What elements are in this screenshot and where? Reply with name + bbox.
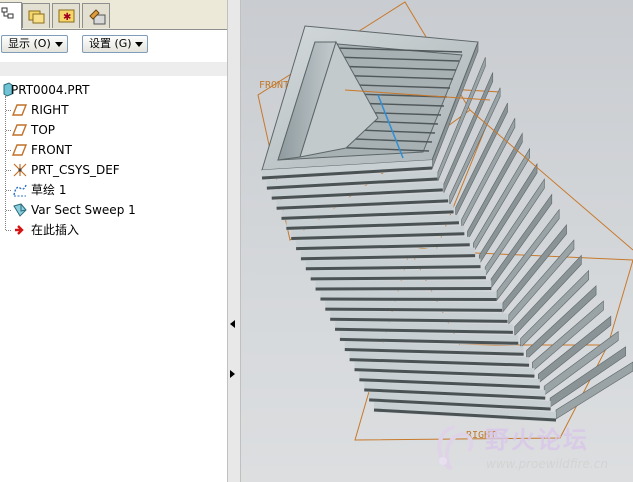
tree-branch	[6, 170, 11, 171]
tab-favorites[interactable]: ✱	[52, 3, 80, 28]
tab-folder-browser[interactable]	[22, 3, 50, 28]
tree-item-label: PRT0004.PRT	[11, 83, 90, 97]
tree-branch	[6, 230, 11, 231]
front-face	[261, 160, 557, 422]
model-tree-panel: ✱ 显示 (O) 设置 (G) PRT0004.PRT RIGHT TOP FR…	[0, 0, 228, 482]
tree-item-var-sect-sweep[interactable]: Var Sect Sweep 1	[0, 200, 227, 220]
tab-model-tree[interactable]	[0, 2, 22, 30]
tree-branch	[6, 130, 11, 131]
model-render	[257, 1, 633, 441]
tree-item-insert-here[interactable]: 在此插入	[0, 220, 227, 240]
var-sect-sweep-icon	[13, 203, 27, 217]
datum-plane-icon	[12, 144, 28, 156]
tree-branch	[6, 190, 11, 191]
tree-column-header	[0, 62, 227, 76]
tree-item-root[interactable]: PRT0004.PRT	[0, 80, 227, 100]
front-rib-shadow	[310, 276, 486, 281]
top-rim	[261, 25, 479, 171]
expand-right-icon[interactable]	[230, 370, 235, 378]
stepped-ledge	[490, 193, 553, 289]
stepped-ledge	[484, 178, 545, 278]
watermark-url: www.proewildfire.cn	[486, 457, 608, 471]
show-dropdown-label: 显示 (O)	[8, 37, 51, 50]
front-rib-shadow	[325, 307, 503, 312]
datum-plane-icon	[12, 104, 28, 116]
tree-item-label: Var Sect Sweep 1	[31, 203, 136, 217]
tree-item-label: TOP	[31, 123, 56, 137]
connections-icon	[89, 9, 106, 25]
tree-item-top[interactable]: TOP	[0, 120, 227, 140]
svg-text:✱: ✱	[63, 12, 71, 23]
tree-item-right[interactable]: RIGHT	[0, 100, 227, 120]
settings-dropdown[interactable]: 设置 (G)	[82, 35, 148, 53]
tree-branch	[6, 110, 11, 111]
tree-item-front[interactable]: FRONT	[0, 140, 227, 160]
watermark-logo-icon	[437, 425, 474, 471]
tree-item-sketch[interactable]: 草绘 1	[0, 180, 227, 200]
favorites-folder-icon: ✱	[58, 9, 75, 23]
datum-label-front: FRONT	[259, 80, 290, 91]
tree-item-csys[interactable]: PRT_CSYS_DEF	[0, 160, 227, 180]
navigator-tab-strip: ✱	[0, 0, 227, 30]
coordinate-system-icon	[13, 163, 27, 177]
sketch-icon	[13, 184, 27, 197]
graphics-window[interactable]: FRONT RIGHT	[241, 0, 633, 482]
tree-branch	[6, 150, 11, 151]
watermark-title: 野火论坛	[485, 426, 589, 454]
tree-item-label: RIGHT	[31, 103, 69, 117]
insert-here-arrow-icon	[15, 225, 24, 235]
tab-connections[interactable]	[82, 3, 110, 28]
chevron-down-icon	[135, 42, 143, 47]
chevron-down-icon	[55, 42, 63, 47]
tree-branch	[6, 210, 11, 211]
collapse-left-icon[interactable]	[230, 320, 235, 328]
datum-plane-icon	[12, 124, 28, 136]
tree-item-label: 在此插入	[31, 223, 80, 237]
model-tree-icon	[1, 7, 14, 19]
tree-item-label: FRONT	[31, 143, 72, 157]
show-dropdown[interactable]: 显示 (O)	[1, 35, 68, 53]
folder-browser-icon	[28, 10, 45, 24]
tree-item-label: 草绘 1	[31, 183, 67, 197]
settings-dropdown-label: 设置 (G)	[89, 37, 132, 50]
panel-splitter[interactable]	[227, 0, 241, 482]
site-watermark: 野火论坛 www.proewildfire.cn	[423, 415, 633, 482]
tree-item-label: PRT_CSYS_DEF	[31, 163, 120, 177]
model-tree-toolbar: 显示 (O) 设置 (G)	[0, 31, 227, 55]
